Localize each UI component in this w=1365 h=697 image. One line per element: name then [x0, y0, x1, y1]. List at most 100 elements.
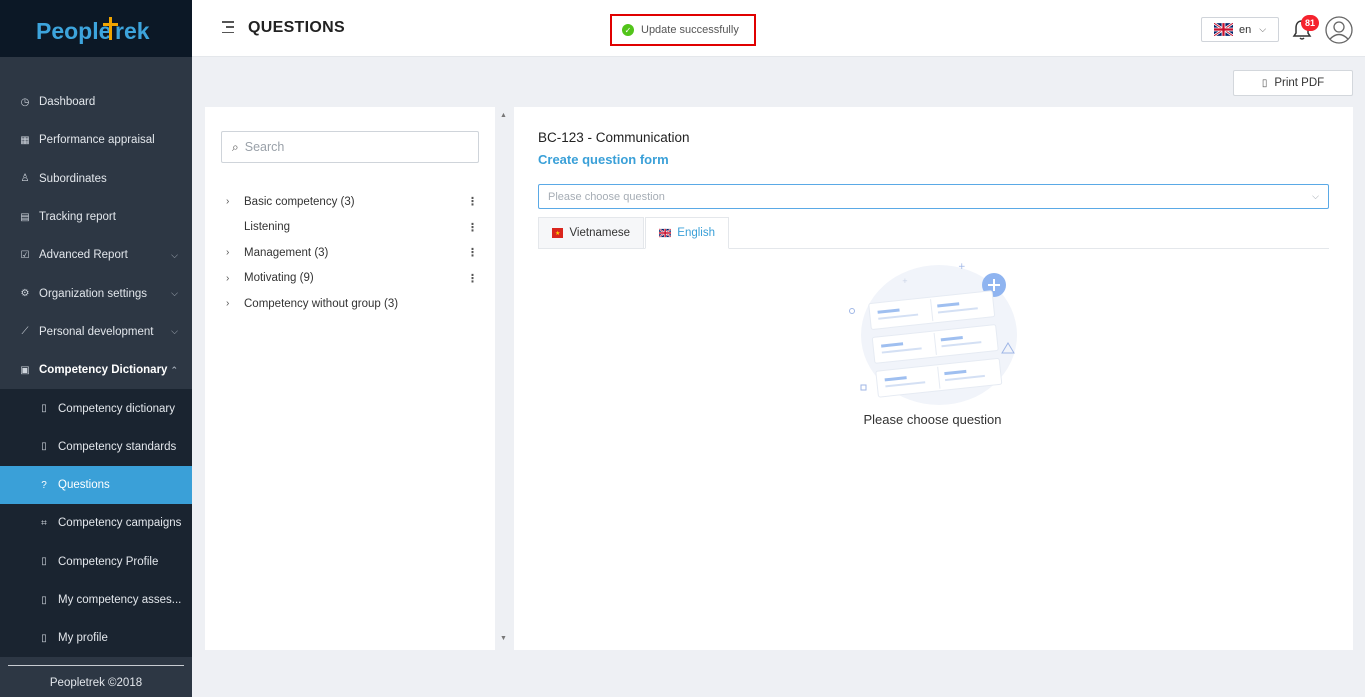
tab-vietnamese[interactable]: ★ Vietnamese — [538, 217, 644, 249]
chevron-right-icon[interactable]: › — [226, 273, 240, 284]
sidebar-item-label: Performance appraisal — [39, 134, 155, 147]
dashboard-icon: ◷ — [20, 96, 30, 108]
svg-text:People: People — [36, 18, 111, 44]
success-toast: ✓ Update successfully — [610, 14, 756, 46]
sidebar-item-label: Subordinates — [39, 172, 107, 185]
sidebar-subitem-label: Questions — [58, 479, 110, 492]
uk-flag-icon — [1214, 23, 1233, 36]
sidebar-item-advanced-report[interactable]: ☑ Advanced Report ⌵ — [0, 236, 192, 274]
tab-label: Vietnamese — [569, 227, 630, 239]
chevron-right-icon[interactable]: › — [226, 196, 240, 207]
sidebar-item-label: Tracking report — [39, 211, 116, 224]
doc-gear-icon: ▯ — [41, 441, 47, 453]
tree-node-listening[interactable]: Listening ⋮ — [205, 215, 495, 241]
doc-search-icon: ▯ — [41, 403, 47, 415]
chevron-down-icon: ⌵ — [171, 249, 178, 260]
svg-text:rek: rek — [115, 18, 150, 44]
tree-node-label: Basic competency (3) — [244, 195, 355, 208]
question-icon: ? — [41, 479, 47, 491]
sidebar-subitem-questions[interactable]: ? Questions — [0, 465, 192, 505]
search-input[interactable]: ⌕ Search — [221, 131, 479, 163]
chevron-right-icon[interactable]: › — [226, 247, 240, 258]
top-header: QUESTIONS ✓ Update successfully en ⌵ 81 — [192, 0, 1365, 57]
language-tabs: ★ Vietnamese English — [538, 217, 1329, 249]
sidebar-item-performance-appraisal[interactable]: ▦ Performance appraisal — [0, 121, 192, 159]
sidebar-subitem-label: My competency asses... — [58, 594, 182, 606]
book-icon: ▣ — [20, 364, 30, 376]
sidebar-footer: Peopletrek ©2018 — [0, 668, 192, 697]
chevron-down-icon: ⌵ — [1259, 24, 1267, 34]
tab-english[interactable]: English — [645, 217, 729, 249]
sidebar-footer-divider — [8, 665, 184, 666]
gear-icon: ⚙ — [20, 288, 30, 300]
chevron-down-icon: ⌵ — [171, 288, 178, 299]
print-pdf-button[interactable]: ▯ Print PDF — [1233, 70, 1353, 96]
empty-state-message: Please choose question — [863, 412, 1002, 427]
question-select[interactable]: Please choose question ⌵ — [538, 184, 1329, 209]
print-pdf-label: Print PDF — [1274, 77, 1325, 89]
competency-tree-panel: ⌕ Search › Basic competency (3) ⋮ Listen… — [205, 107, 495, 650]
sidebar-subitem-label: Competency Profile — [58, 555, 159, 568]
pdf-file-icon: ▯ — [1261, 77, 1268, 89]
tree-node-label: Motivating (9) — [244, 272, 314, 285]
sidebar-subitem-label: Competency standards — [58, 440, 177, 453]
sidebar-subitem-competency-dictionary[interactable]: ▯ Competency dictionary — [0, 389, 192, 427]
sidebar-item-subordinates[interactable]: ♙ Subordinates — [0, 160, 192, 198]
assessment-icon: ▯ — [41, 594, 47, 606]
line-chart-icon: ⟋ — [21, 326, 29, 338]
sidebar-subitem-label: Competency dictionary — [58, 402, 175, 415]
tree-node-label: Listening — [244, 221, 291, 234]
language-value: en — [1239, 23, 1252, 36]
sidebar-item-label: Personal development — [39, 325, 154, 338]
tree-node-competency-without-group[interactable]: › Competency without group (3) — [205, 291, 495, 317]
sidebar-item-tracking-report[interactable]: ▤ Tracking report — [0, 198, 192, 236]
sidebar-subitem-competency-standards[interactable]: ▯ Competency standards — [0, 428, 192, 466]
sidebar-item-personal-development[interactable]: ⟋ Personal development ⌵ — [0, 313, 192, 351]
sidebar-item-label: Competency Dictionary — [39, 364, 168, 377]
competency-submenu: ▯ Competency dictionary ▯ Competency sta… — [0, 389, 192, 658]
language-select[interactable]: en ⌵ — [1201, 17, 1279, 42]
tree-node-motivating[interactable]: › Motivating (9) ⋮ — [205, 266, 495, 292]
sidebar-item-dashboard[interactable]: ◷ Dashboard — [0, 83, 192, 121]
search-icon: ⌕ — [232, 139, 239, 154]
sidebar: People rek ◷ Dashboard ▦ Performance app… — [0, 0, 192, 697]
tree-node-management[interactable]: › Management (3) ⋮ — [205, 240, 495, 266]
more-vertical-icon[interactable]: ⋮ — [467, 221, 478, 234]
scroll-down-icon[interactable]: ▼ — [500, 635, 507, 642]
menu-toggle-icon[interactable] — [222, 21, 234, 33]
svg-text:+: + — [902, 277, 908, 285]
search-placeholder: Search — [244, 140, 285, 154]
more-vertical-icon[interactable]: ⋮ — [467, 246, 478, 259]
sidebar-item-organization-settings[interactable]: ⚙ Organization settings ⌵ — [0, 274, 192, 312]
avatar[interactable] — [1325, 16, 1353, 44]
more-vertical-icon[interactable]: ⋮ — [467, 195, 478, 208]
sidebar-subitem-competency-campaigns[interactable]: ⌗ Competency campaigns — [0, 504, 192, 542]
tab-label: English — [677, 227, 715, 239]
notification-badge: 81 — [1301, 15, 1319, 31]
page-title: QUESTIONS — [248, 19, 345, 36]
question-select-placeholder: Please choose question — [548, 190, 665, 203]
create-question-form-link[interactable]: Create question form — [538, 152, 669, 167]
table-icon: ▦ — [20, 134, 30, 146]
tree-node-label: Management (3) — [244, 246, 329, 259]
sidebar-subitem-my-competency-assessment[interactable]: ▯ My competency asses... — [0, 581, 192, 619]
peopletrek-logo-icon: People rek — [36, 16, 150, 44]
sidebar-item-competency-dictionary[interactable]: ▣ Competency Dictionary ⌃ — [0, 351, 192, 389]
sidebar-item-label: Organization settings — [39, 287, 148, 300]
svg-text:+: + — [958, 262, 966, 272]
scroll-up-icon[interactable]: ▲ — [500, 112, 507, 119]
app-logo[interactable]: People rek — [0, 0, 192, 57]
tree-scrollbar[interactable]: ▲ ▼ — [496, 107, 510, 650]
sidebar-item-label: Dashboard — [39, 96, 96, 109]
users-icon: ♙ — [20, 173, 30, 185]
sidebar-subitem-my-profile[interactable]: ▯ My profile — [0, 619, 192, 657]
more-vertical-icon[interactable]: ⋮ — [467, 272, 478, 285]
chevron-right-icon[interactable]: › — [226, 298, 240, 309]
sidebar-subitem-competency-profile[interactable]: ▯ Competency Profile — [0, 543, 192, 581]
chevron-down-icon: ⌵ — [1312, 191, 1319, 201]
tree-node-basic-competency[interactable]: › Basic competency (3) ⋮ — [205, 189, 495, 215]
competency-title: BC-123 - Communication — [538, 130, 690, 145]
uk-flag-icon — [659, 228, 672, 238]
campaign-icon: ⌗ — [41, 517, 47, 529]
sidebar-subitem-label: Competency campaigns — [58, 517, 182, 530]
